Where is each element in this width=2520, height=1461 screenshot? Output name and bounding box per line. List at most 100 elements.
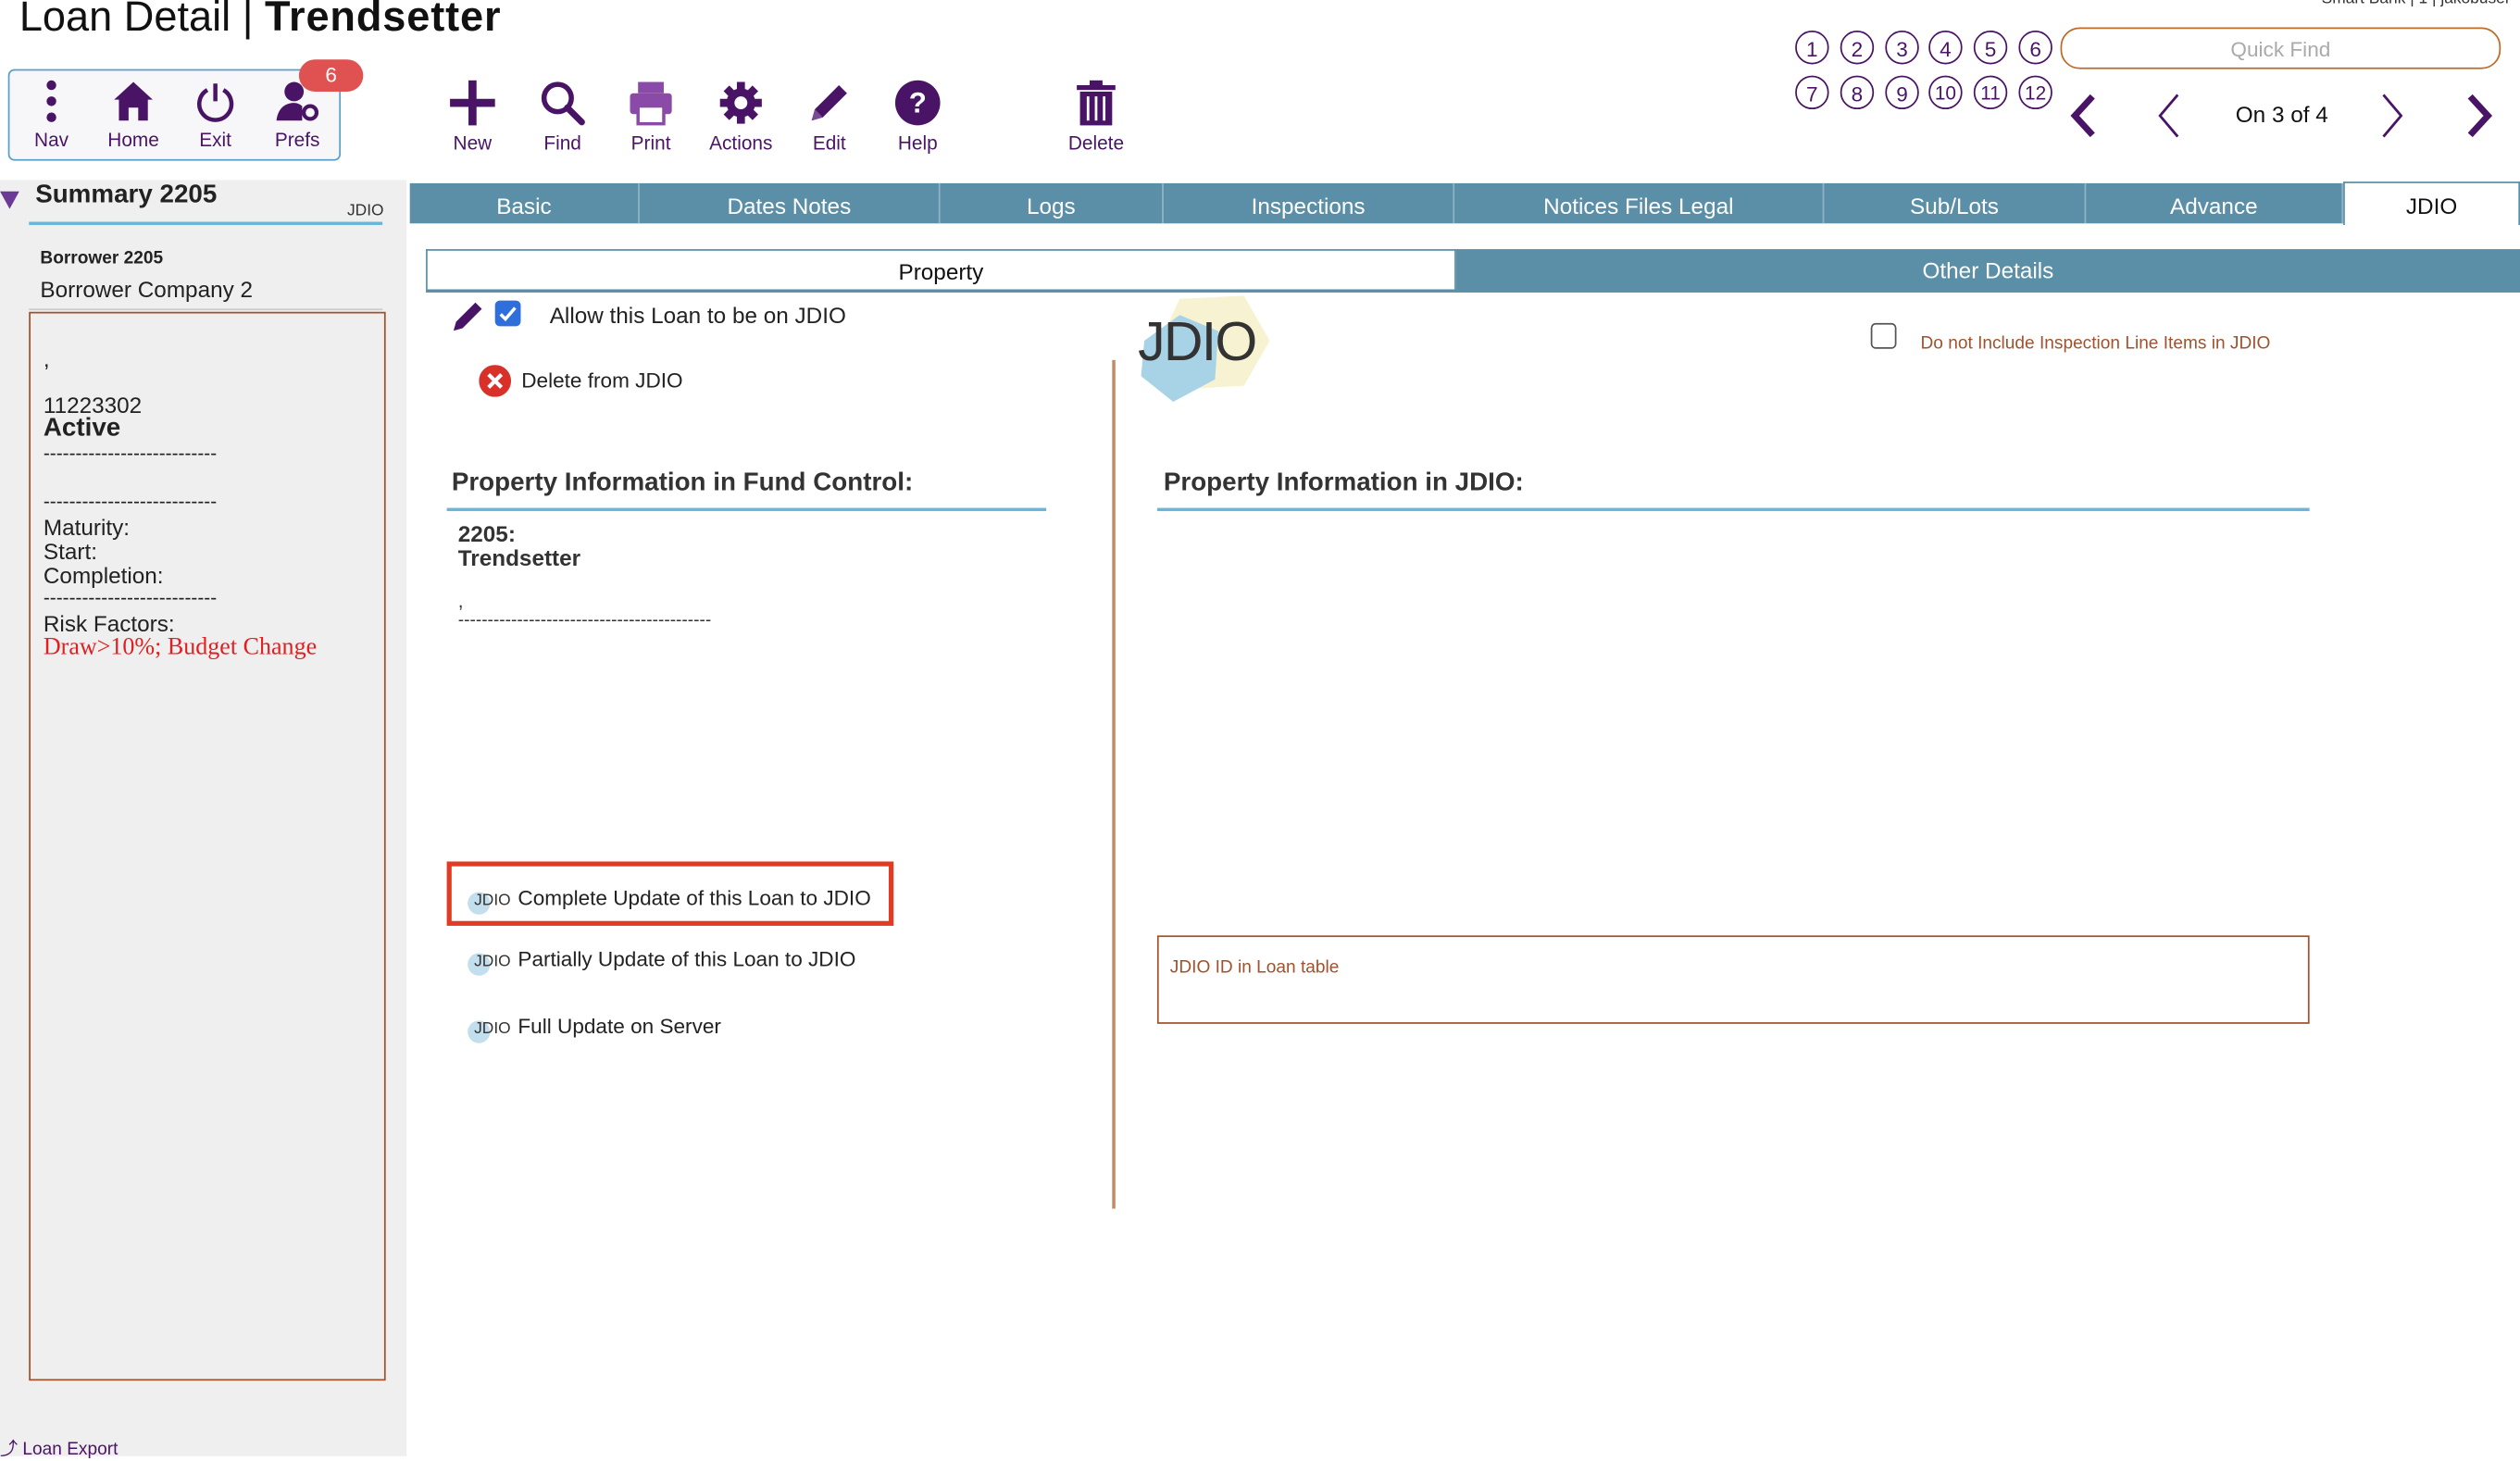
tab-inspections[interactable]: Inspections (1164, 182, 1455, 224)
quick-slot-7[interactable]: 7 (1795, 75, 1829, 110)
jdio-tag-icon: JDIO (471, 1020, 511, 1038)
completion-label: Completion: (43, 562, 164, 589)
pencil-icon (811, 85, 847, 121)
loan-summary-card (29, 311, 386, 1381)
plus-icon (450, 80, 495, 126)
jdio-rule (1156, 507, 2310, 512)
jdio-id-label: JDIO ID in Loan table (1169, 957, 1340, 978)
search-icon (541, 81, 585, 126)
actions-button[interactable]: Actions (696, 79, 786, 155)
exit-button[interactable]: Exit (170, 79, 260, 151)
home-label: Home (107, 128, 159, 152)
quick-slot-3[interactable]: 3 (1885, 30, 1919, 65)
partial-update-link[interactable]: JDIO Partially Update of this Loan to JD… (471, 945, 856, 974)
allow-jdio-label: Allow this Loan to be on JDIO (549, 302, 846, 329)
nav-button[interactable]: Nav (6, 79, 96, 151)
previous-record-icon[interactable] (2152, 92, 2185, 140)
loan-export-link[interactable]: ⤴ Loan Export (0, 1435, 118, 1461)
tab-notices-files-legal[interactable]: Notices Files Legal (1454, 182, 1825, 224)
property-id: 2205: (457, 520, 516, 547)
delete-label: Delete (1067, 131, 1125, 155)
page-title: Loan Detail | Trendsetter (19, 0, 502, 41)
nav-label: Nav (34, 128, 69, 152)
borrower-name: Borrower Company 2 (40, 276, 254, 303)
property-address: , (457, 590, 464, 613)
property-name: Trendsetter (457, 544, 581, 571)
quick-slot-9[interactable]: 9 (1885, 75, 1919, 110)
quick-slot-11[interactable]: 11 (1973, 75, 2008, 110)
quick-slot-6[interactable]: 6 (2018, 30, 2052, 65)
subtab-property[interactable]: Property (426, 249, 1456, 290)
user-info: Smart Bank | 1 | jakobuser (2322, 0, 2511, 8)
borrower-label: Borrower 2205 (40, 249, 164, 268)
gear-icon (719, 81, 762, 124)
full-update-link[interactable]: JDIO Full Update on Server (471, 1013, 721, 1042)
loan-export-label: Loan Export (22, 1440, 119, 1460)
print-button[interactable]: Print (605, 79, 695, 155)
fund-control-rule (446, 507, 1047, 512)
partial-update-label: Partially Update of this Loan to JDIO (518, 946, 856, 971)
quick-slot-12[interactable]: 12 (2018, 75, 2052, 110)
home-icon (114, 81, 153, 121)
quick-slot-10[interactable]: 10 (1928, 75, 1963, 110)
edit-button[interactable]: Edit (784, 79, 874, 155)
start-label: Start: (43, 538, 97, 565)
first-record-icon[interactable] (2066, 92, 2099, 140)
address-line: , (43, 345, 50, 372)
tab-dates-notes[interactable]: Dates Notes (640, 182, 941, 224)
remove-circle-icon (479, 365, 512, 397)
quick-find-input[interactable] (2060, 27, 2501, 69)
jdio-tag-icon: JDIO (471, 953, 511, 970)
column-divider (1112, 359, 1116, 1209)
quick-slot-1[interactable]: 1 (1795, 30, 1829, 65)
next-record-icon[interactable] (2377, 92, 2410, 140)
summary-underline (29, 221, 383, 226)
quick-slot-8[interactable]: 8 (1840, 75, 1875, 110)
svg-text:?: ? (909, 87, 927, 119)
quick-slot-2[interactable]: 2 (1840, 30, 1875, 65)
tab-logs[interactable]: Logs (941, 182, 1164, 224)
separator-line: --------------------------- (43, 490, 218, 513)
home-button[interactable]: Home (88, 79, 178, 151)
record-position: On 3 of 4 (2235, 101, 2328, 128)
exclude-inspection-label: Do not Include Inspection Line Items in … (1920, 334, 2271, 354)
tab-basic[interactable]: Basic (410, 182, 640, 224)
last-record-icon[interactable] (2464, 92, 2496, 140)
print-label: Print (630, 131, 671, 155)
maturity-label: Maturity: (43, 514, 131, 541)
help-button[interactable]: ? Help (873, 79, 963, 155)
separator-line: --------------------------- (43, 442, 218, 465)
jdio-id-box (1156, 935, 2310, 1024)
edit-pencil-icon[interactable] (448, 297, 487, 336)
find-button[interactable]: Find (518, 79, 607, 155)
complete-update-label: Complete Update of this Loan to JDIO (518, 885, 871, 910)
loan-status: Active (43, 414, 121, 443)
prefs-count-badge: 6 (298, 59, 364, 92)
tab-jdio[interactable]: JDIO (2343, 181, 2520, 226)
tab-sub-lots[interactable]: Sub/Lots (1824, 182, 2087, 224)
jdio-logo: JDIO (1131, 293, 1276, 408)
delete-from-jdio-button[interactable]: Delete from JDIO (479, 365, 683, 397)
collapse-triangle-icon[interactable] (0, 191, 19, 211)
jdio-heading: Property Information in JDIO: (1163, 468, 1524, 497)
separator-line: --------------------------- (43, 586, 218, 609)
actions-label: Actions (709, 131, 773, 155)
allow-jdio-checkbox[interactable] (494, 300, 521, 327)
new-button[interactable]: New (428, 79, 518, 155)
find-label: Find (543, 131, 581, 155)
quick-slot-5[interactable]: 5 (1973, 30, 2008, 65)
edit-label: Edit (812, 131, 846, 155)
power-icon (197, 83, 234, 122)
quick-slot-4[interactable]: 4 (1928, 30, 1963, 65)
complete-update-link[interactable]: JDIO Complete Update of this Loan to JDI… (471, 884, 871, 913)
subtab-underline (426, 289, 2520, 293)
tab-advance[interactable]: Advance (2086, 182, 2344, 224)
jdio-tag-icon: JDIO (471, 892, 511, 909)
delete-button[interactable]: Delete (1051, 79, 1141, 155)
full-update-label: Full Update on Server (518, 1014, 721, 1039)
subtab-other-details[interactable]: Other Details (1455, 249, 2520, 290)
printer-icon (630, 81, 672, 126)
exclude-inspection-checkbox[interactable] (1870, 322, 1897, 349)
checkmark-icon (499, 306, 517, 322)
delete-from-jdio-label: Delete from JDIO (521, 368, 683, 393)
